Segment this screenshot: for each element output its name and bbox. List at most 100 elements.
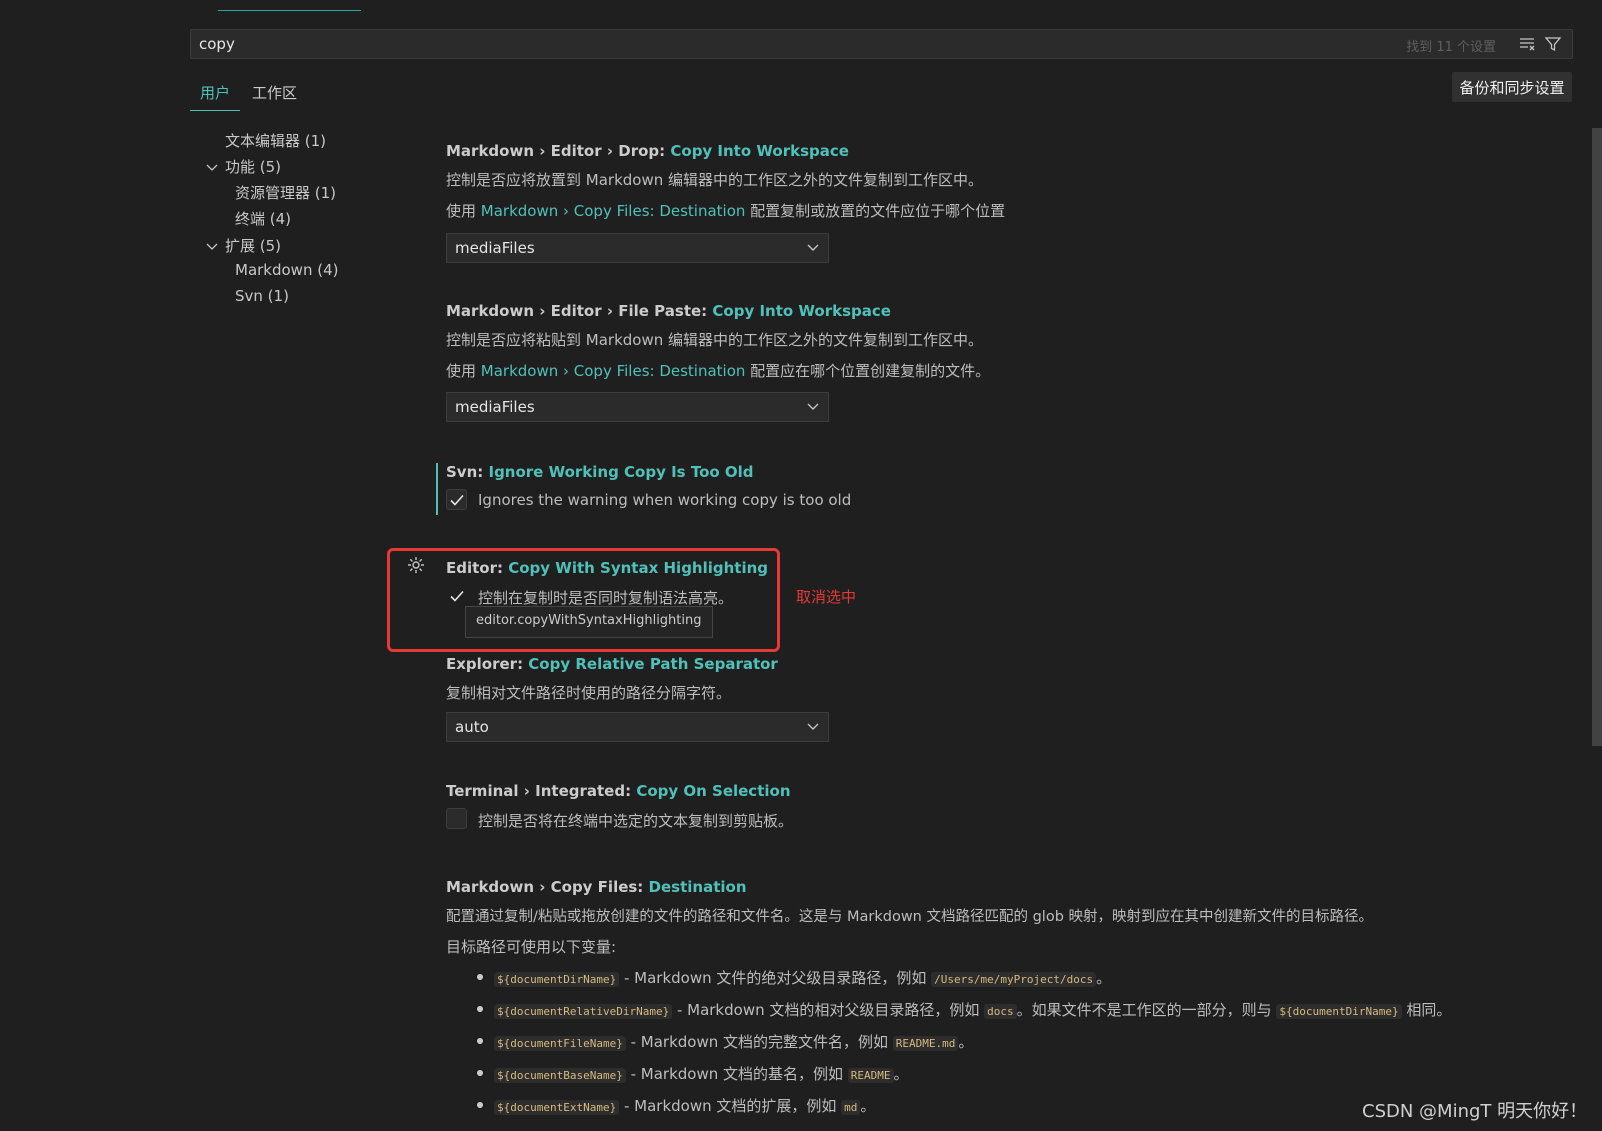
search-input[interactable] [199,35,1199,53]
setting-category: Editor: [446,559,509,577]
clear-filter-icon[interactable] [1518,35,1536,53]
item-text: 。 [1096,969,1112,987]
setting-category: Svn: [446,463,489,481]
chevron-down-icon [807,403,819,410]
setting-description: 配置通过复制/粘贴或拖放创建的文件的路径和文件名。这是与 Markdown 文档… [446,909,1374,925]
toc-extensions[interactable]: 扩展 (5) [225,235,281,256]
drop-copy-select[interactable]: mediaFiles [446,233,829,263]
code-variable: ${documentBaseName} [494,1068,626,1083]
annotation-uncheck: 取消选中 [796,588,857,606]
setting-title: Svn: Ignore Working Copy Is Too Old [446,463,754,481]
note-text: 配置应在哪个位置创建复制的文件。 [745,362,991,380]
setting-name: Copy With Syntax Highlighting [508,559,769,577]
setting-title: Explorer: Copy Relative Path Separator [446,655,778,673]
setting-title: Terminal › Integrated: Copy On Selection [446,782,791,800]
setting-description: Ignores the warning when working copy is… [478,491,852,509]
tab-user[interactable]: 用户 [190,78,241,111]
toc-text-editor[interactable]: 文本编辑器 (1) [225,130,326,151]
toc-explorer[interactable]: 资源管理器 (1) [235,182,336,203]
item-text: - Markdown 文档的完整文件名，例如 [625,1033,893,1051]
path-separator-select[interactable]: auto [446,712,829,742]
check-icon [450,590,464,602]
code-variable: ${documentRelativeDirName} [494,1004,673,1019]
destination-link[interactable]: Markdown › Copy Files: Destination [481,202,746,220]
setting-title: Markdown › Copy Files: Destination [446,878,747,896]
code-example: docs [984,1004,1017,1019]
setting-name: Copy Into Workspace [712,302,891,320]
setting-title: Markdown › Editor › File Paste: Copy Int… [446,302,891,320]
list-item: ${documentFileName} - Markdown 文档的完整文件名，… [494,1031,973,1052]
code-example: md [841,1100,861,1115]
toc-terminal[interactable]: 终端 (4) [235,208,291,229]
setting-description: 控制是否应将放置到 Markdown 编辑器中的工作区之外的文件复制到工作区中。 [446,171,984,189]
code-variable: ${documentExtName} [494,1100,620,1115]
search-result-count: 找到 11 个设置 [1406,40,1496,55]
setting-title: Editor: Copy With Syntax Highlighting [446,559,768,577]
list-item: ${documentDirName} - Markdown 文件的绝对父级目录路… [494,967,1111,988]
item-text: 。 [958,1033,974,1051]
svn-ignore-checkbox[interactable] [446,489,467,510]
code-variable: ${documentDirName} [1276,1004,1402,1019]
item-text: 。 [893,1065,909,1083]
bullet [477,1006,483,1012]
note-text: 使用 [446,362,481,380]
list-item: ${documentBaseName} - Markdown 文档的基名，例如 … [494,1063,909,1084]
watermark: CSDN @MingT 明天你好！ [1362,1101,1588,1122]
item-text: 。 [860,1097,876,1115]
setting-description: 控制是否应将粘贴到 Markdown 编辑器中的工作区之外的文件复制到工作区中。 [446,331,984,349]
destination-link[interactable]: Markdown › Copy Files: Destination [481,362,746,380]
chevron-down-icon [807,723,819,730]
code-example: README.md [892,1036,959,1051]
setting-description: 控制在复制时是否同时复制语法高亮。 [478,589,734,607]
setting-category: Markdown › Editor › File Paste: [446,302,713,320]
toc-markdown[interactable]: Markdown (4) [235,261,338,279]
chevron-down-icon[interactable] [206,240,218,252]
setting-note: 使用 Markdown › Copy Files: Destination 配置… [446,360,990,381]
filter-icon[interactable] [1544,35,1562,53]
setting-name: Copy Relative Path Separator [528,655,778,673]
setting-name: Destination [648,878,747,896]
setting-title: Markdown › Editor › Drop: Copy Into Work… [446,142,849,160]
chevron-down-icon[interactable] [206,161,218,173]
variables-intro: 目标路径可使用以下变量: [446,938,617,956]
setting-category: Markdown › Copy Files: [446,878,649,896]
paste-copy-select[interactable]: mediaFiles [446,392,829,422]
setting-name: Copy Into Workspace [670,142,849,160]
syntax-highlight-checkbox[interactable] [446,585,467,606]
toc-features[interactable]: 功能 (5) [225,156,281,177]
check-icon [450,494,464,506]
code-variable: ${documentFileName} [494,1036,626,1051]
setting-description: 复制相对文件路径时使用的路径分隔字符。 [446,684,732,702]
setting-name: Copy On Selection [636,782,791,800]
item-text: 相同。 [1401,1001,1452,1019]
item-text: - Markdown 文件的绝对父级目录路径，例如 [619,969,932,987]
tab-workspace[interactable]: 工作区 [242,78,307,110]
code-example: README [847,1068,894,1083]
note-text: 使用 [446,202,481,220]
toc-svn[interactable]: Svn (1) [235,287,289,305]
setting-category: Markdown › Editor › Drop: [446,142,671,160]
setting-category: Terminal › Integrated: [446,782,637,800]
select-value: auto [455,718,489,736]
bullet [477,1102,483,1108]
list-item: ${documentRelativeDirName} - Markdown 文档… [494,999,1451,1020]
select-value: mediaFiles [455,239,535,257]
code-example: /Users/me/myProject/docs [931,972,1097,987]
backup-sync-button[interactable]: 备份和同步设置 [1452,72,1572,102]
scrollbar[interactable] [1592,128,1602,746]
setting-id-tooltip: editor.copyWithSyntaxHighlighting [465,606,713,638]
focus-indicator [436,463,438,515]
note-text: 配置复制或放置的文件应位于哪个位置 [745,202,1006,220]
item-text: - Markdown 文档的基名，例如 [625,1065,848,1083]
copy-on-selection-checkbox[interactable] [446,808,467,829]
setting-description: 控制是否将在终端中选定的文本复制到剪贴板。 [478,812,794,830]
item-text: 。如果文件不是工作区的一部分，则与 [1016,1001,1277,1019]
list-item: ${documentExtName} - Markdown 文档的扩展，例如 m… [494,1095,875,1116]
item-text: - Markdown 文档的扩展，例如 [619,1097,842,1115]
gear-icon[interactable] [406,555,426,575]
code-variable: ${documentDirName} [494,972,620,987]
top-tab-indicator [218,0,361,11]
chevron-down-icon [807,244,819,251]
bullet [477,974,483,980]
select-value: mediaFiles [455,398,535,416]
